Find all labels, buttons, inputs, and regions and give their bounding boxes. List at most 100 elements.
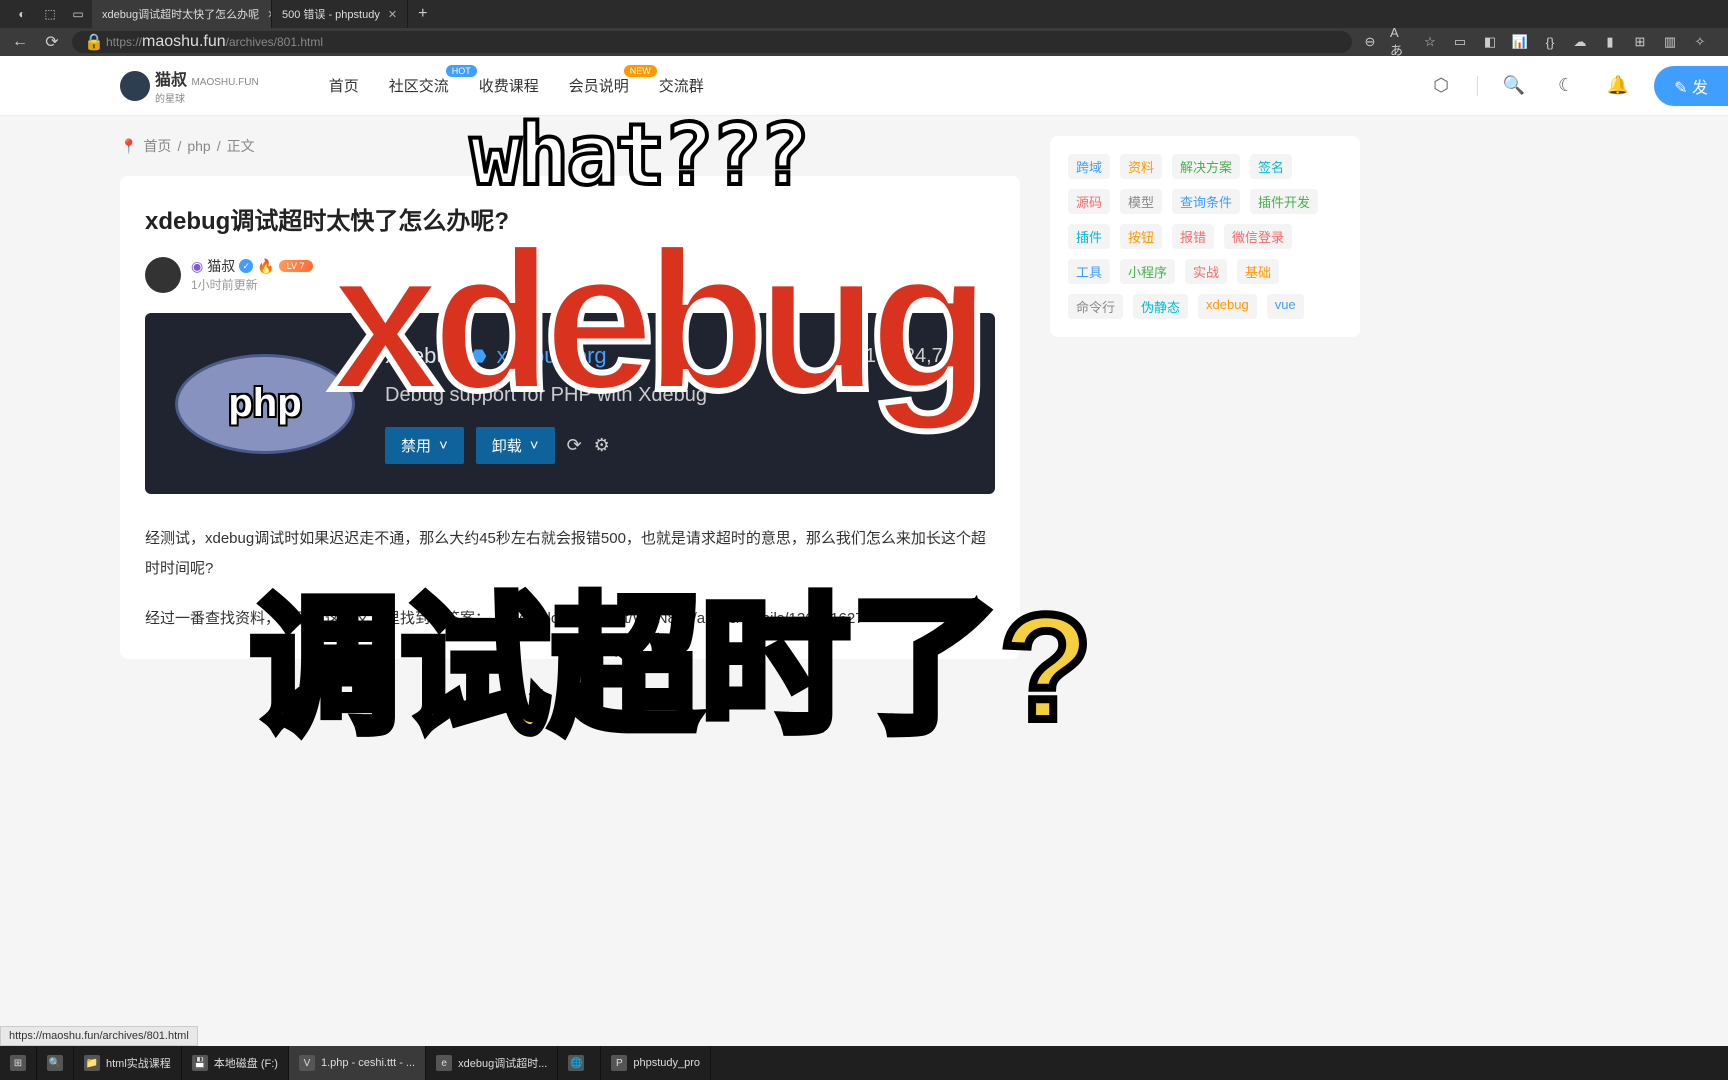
- download-icon: ⬇: [842, 344, 859, 369]
- logo-tagline: 的星球: [155, 90, 259, 105]
- sync-icon[interactable]: ⟳: [567, 435, 582, 456]
- main-nav: 首页 社区交流HOT 收费课程 会员说明NEW 交流群: [329, 75, 704, 96]
- app-menu-icon[interactable]: ◐: [8, 0, 36, 28]
- taskbar-item[interactable]: 📁html实战课程: [74, 1046, 182, 1080]
- tag-item[interactable]: 源码: [1068, 189, 1110, 214]
- search-icon[interactable]: 🔍: [1498, 70, 1530, 102]
- avatar[interactable]: [145, 257, 181, 293]
- tag-item[interactable]: 跨域: [1068, 154, 1110, 179]
- back-button[interactable]: ←: [8, 30, 32, 54]
- reader-icon[interactable]: ▭: [1450, 32, 1470, 52]
- taskbar-item[interactable]: Pphpstudy_pro: [601, 1046, 711, 1080]
- extension-icon-5[interactable]: ▮: [1600, 32, 1620, 52]
- lock-icon: 🔒: [82, 30, 106, 54]
- taskbar-item[interactable]: V1.php - ceshi.ttt - ...: [289, 1046, 426, 1080]
- tab-actions-icon[interactable]: ▭: [64, 0, 92, 28]
- browser-tab-active[interactable]: xdebug调试超时太快了怎么办呢 ✕: [92, 0, 272, 28]
- extensions-icon[interactable]: ⊞: [1630, 32, 1650, 52]
- tag-item[interactable]: 实战: [1185, 259, 1227, 284]
- tag-item[interactable]: 解决方案: [1172, 154, 1240, 179]
- chevron-down-icon[interactable]: ˅: [439, 437, 448, 454]
- tag-item[interactable]: vue: [1267, 294, 1304, 319]
- tag-item[interactable]: 资料: [1120, 154, 1162, 179]
- tag-item[interactable]: 报错: [1172, 224, 1214, 249]
- publish-button[interactable]: ✎ 发: [1654, 66, 1728, 106]
- box-icon[interactable]: ⬡: [1425, 70, 1457, 102]
- author-name[interactable]: ◉ 猫叔 ✓ 🔥 LV 7: [191, 256, 313, 276]
- php-logo: php: [175, 354, 355, 454]
- notification-icon[interactable]: 🔔: [1602, 70, 1634, 102]
- location-icon: 📍: [120, 138, 137, 155]
- article-paragraph: 经测试，xdebug调试时如果迟迟走不通，那么大约45秒左右就会报错500，也就…: [145, 524, 995, 584]
- download-count: 10,824,746: [865, 345, 965, 368]
- browser-tab[interactable]: 500 错误 - phpstudy ✕: [272, 0, 408, 28]
- uninstall-button[interactable]: 卸载 ˅: [476, 427, 555, 464]
- nav-home[interactable]: 首页: [329, 75, 359, 96]
- site-logo[interactable]: 猫叔 MAOSHU.FUN 的星球: [120, 66, 259, 105]
- tag-item[interactable]: 插件: [1068, 224, 1110, 249]
- nav-group[interactable]: 交流群: [659, 75, 704, 96]
- article-title: xdebug调试超时太快了怎么办呢?: [145, 201, 995, 236]
- favorite-icon[interactable]: ☆: [1420, 32, 1440, 52]
- disable-button[interactable]: 禁用 ˅: [385, 427, 464, 464]
- extension-icon-2[interactable]: 📊: [1510, 32, 1530, 52]
- extension-icon-4[interactable]: ☁: [1570, 32, 1590, 52]
- tag-cloud: 跨域资料解决方案签名源码模型查询条件插件开发插件按钮报错微信登录工具小程序实战基…: [1050, 136, 1360, 337]
- zoom-icon[interactable]: ⊖: [1360, 32, 1380, 52]
- extension-icon-1[interactable]: ◧: [1480, 32, 1500, 52]
- tag-item[interactable]: 插件开发: [1250, 189, 1318, 214]
- tag-item[interactable]: 基础: [1237, 259, 1279, 284]
- chevron-down-icon[interactable]: ˅: [530, 437, 539, 454]
- task-icon: 📁: [84, 1055, 100, 1071]
- tag-item[interactable]: 命令行: [1068, 294, 1123, 319]
- tag-item[interactable]: 查询条件: [1172, 189, 1240, 214]
- article-paragraph: 经过一番查找资料，终于在这篇文章里找到了答案： https://blog.csd…: [145, 604, 995, 634]
- nav-community[interactable]: 社区交流HOT: [389, 75, 449, 96]
- breadcrumb: 📍 首页 / php / 正文: [120, 136, 1020, 156]
- task-icon: e: [436, 1055, 452, 1071]
- nav-member[interactable]: 会员说明NEW: [569, 75, 629, 96]
- tag-item[interactable]: 签名: [1250, 154, 1292, 179]
- collections-icon[interactable]: ▥: [1660, 32, 1680, 52]
- tag-item[interactable]: 按钮: [1120, 224, 1162, 249]
- url-prefix: https://: [106, 35, 142, 49]
- tag-item[interactable]: 微信登录: [1224, 224, 1292, 249]
- extension-link[interactable]: xdebug.org: [497, 343, 607, 369]
- extension-icon-3[interactable]: {}: [1540, 32, 1560, 52]
- taskbar-item[interactable]: 🌐: [558, 1046, 601, 1080]
- logo-text-main: 猫叔: [155, 72, 187, 89]
- tag-item[interactable]: 小程序: [1120, 259, 1175, 284]
- breadcrumb-category[interactable]: php: [187, 138, 210, 154]
- taskbar-item[interactable]: exdebug调试超时...: [426, 1046, 558, 1080]
- breadcrumb-home[interactable]: 首页: [143, 136, 171, 156]
- close-icon[interactable]: ✕: [388, 8, 397, 21]
- php-logo-text: php: [228, 381, 301, 426]
- flame-icon: 🔥: [257, 258, 274, 275]
- logo-icon: [120, 71, 150, 101]
- gear-icon[interactable]: ⚙: [594, 435, 610, 456]
- task-icon: P: [611, 1055, 627, 1071]
- refresh-button[interactable]: ⟳: [40, 30, 64, 54]
- tag-item[interactable]: 工具: [1068, 259, 1110, 284]
- tag-item[interactable]: xdebug: [1198, 294, 1257, 319]
- nav-courses[interactable]: 收费课程: [479, 75, 539, 96]
- search-task[interactable]: 🔍: [37, 1046, 74, 1080]
- verified-icon: ⬣: [471, 346, 487, 367]
- workspaces-icon[interactable]: ⬚: [36, 0, 64, 28]
- hot-badge: HOT: [446, 65, 477, 77]
- article-link[interactable]: https://blog.csdn.net/WXN889/article/det…: [494, 610, 863, 627]
- tag-item[interactable]: 模型: [1120, 189, 1162, 214]
- level-badge: LV 7: [279, 260, 313, 272]
- url-host: maoshu.fun: [142, 33, 226, 51]
- start-button[interactable]: ⊞: [0, 1046, 37, 1080]
- address-bar[interactable]: 🔒 https://maoshu.fun/archives/801.html: [72, 31, 1352, 53]
- verified-icon: ✓: [239, 259, 253, 273]
- taskbar-item[interactable]: 💾本地磁盘 (F:): [182, 1046, 289, 1080]
- new-badge: NEW: [624, 65, 657, 77]
- dark-mode-icon[interactable]: ☾: [1550, 70, 1582, 102]
- extension-card: php Xdebug ⬣ xdebug.org ⬇ 10,824,746: [145, 313, 995, 494]
- new-tab-button[interactable]: +: [408, 5, 437, 23]
- tag-item[interactable]: 伪静态: [1133, 294, 1188, 319]
- read-aloud-icon[interactable]: Aあ: [1390, 32, 1410, 52]
- favorites-bar-icon[interactable]: ✧: [1690, 32, 1710, 52]
